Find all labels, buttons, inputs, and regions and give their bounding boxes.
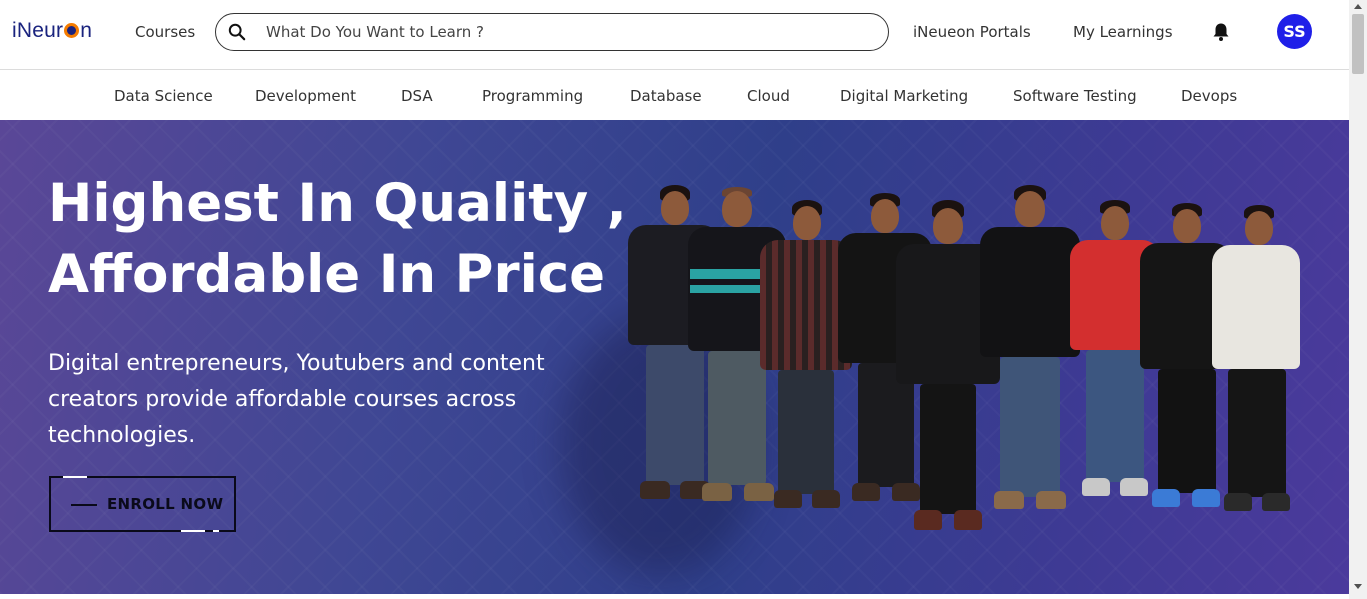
logo-o-icon bbox=[64, 23, 80, 38]
category-programming[interactable]: Programming bbox=[482, 87, 583, 105]
category-development[interactable]: Development bbox=[255, 87, 356, 105]
top-header: iNeurn Courses iNeueon Portals My Learni… bbox=[0, 0, 1349, 70]
my-learnings-link[interactable]: My Learnings bbox=[1073, 23, 1173, 41]
vertical-scrollbar[interactable] bbox=[1349, 0, 1367, 599]
category-dsa[interactable]: DSA bbox=[401, 87, 433, 105]
hero-title-line-2: Affordable In Price bbox=[48, 244, 606, 305]
scrollbar-thumb[interactable] bbox=[1352, 14, 1364, 74]
category-nav: Data Science Development DSA Programming… bbox=[0, 70, 1349, 120]
category-database[interactable]: Database bbox=[630, 87, 702, 105]
scroll-up-arrow-icon[interactable] bbox=[1354, 4, 1362, 9]
category-data-science[interactable]: Data Science bbox=[114, 87, 213, 105]
logo-text-end: n bbox=[80, 19, 93, 42]
category-software-testing[interactable]: Software Testing bbox=[1013, 87, 1137, 105]
enroll-dash-icon bbox=[71, 504, 97, 506]
scroll-down-arrow-icon[interactable] bbox=[1354, 584, 1362, 589]
category-devops[interactable]: Devops bbox=[1181, 87, 1237, 105]
ineuron-portals-link[interactable]: iNeueon Portals bbox=[913, 23, 1031, 41]
enroll-border-accent bbox=[213, 530, 219, 532]
search-icon[interactable] bbox=[228, 23, 246, 41]
hero-title: Highest In Quality , Affordable In Price bbox=[48, 168, 648, 310]
search-bar[interactable] bbox=[215, 13, 889, 51]
hero-subtitle: Digital entrepreneurs, Youtubers and con… bbox=[48, 351, 545, 448]
hero-title-line-1: Highest In Quality , bbox=[48, 173, 627, 234]
enroll-border-accent bbox=[63, 476, 87, 478]
enroll-border-accent bbox=[181, 530, 205, 532]
ineuron-logo[interactable]: iNeur n bbox=[12, 19, 92, 43]
team-photo bbox=[560, 175, 1320, 594]
user-avatar[interactable]: SS bbox=[1277, 14, 1312, 49]
logo-text-start: iNeur bbox=[12, 19, 64, 42]
enroll-now-button[interactable]: ENROLL NOW bbox=[49, 476, 236, 532]
category-cloud[interactable]: Cloud bbox=[747, 87, 790, 105]
category-digital-marketing[interactable]: Digital Marketing bbox=[840, 87, 968, 105]
search-input[interactable] bbox=[266, 20, 866, 44]
enroll-now-label: ENROLL NOW bbox=[107, 495, 224, 513]
bell-icon[interactable] bbox=[1212, 22, 1230, 42]
hero-banner: Highest In Quality , Affordable In Price… bbox=[0, 120, 1349, 594]
courses-link[interactable]: Courses bbox=[135, 23, 195, 41]
